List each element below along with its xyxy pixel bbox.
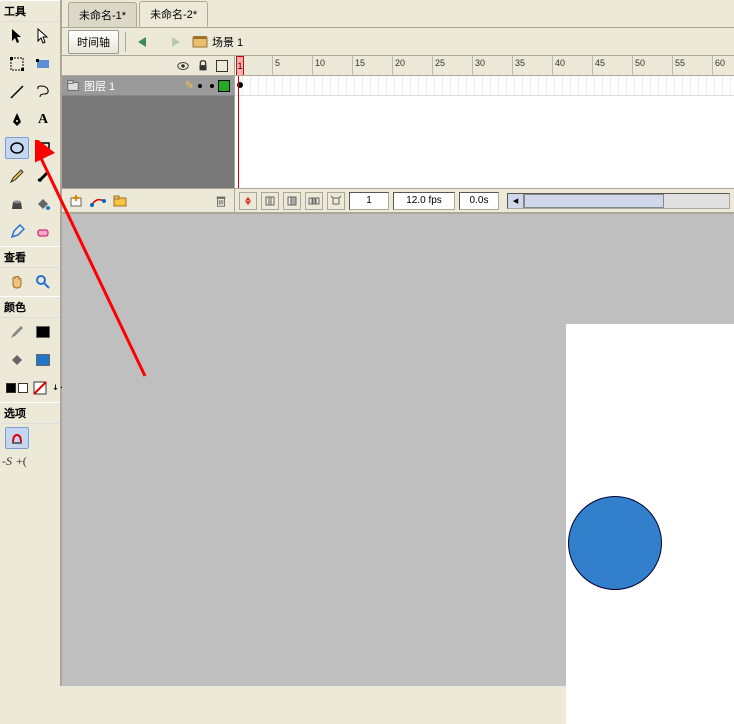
scene-icon [192, 35, 208, 49]
layers-list: 图层 1 ✎ [62, 76, 235, 188]
ruler-frame-1[interactable]: 1 [236, 56, 244, 75]
free-transform-tool[interactable] [5, 53, 29, 75]
onion-skin-btn[interactable] [261, 192, 279, 210]
pen-tool[interactable] [5, 109, 29, 131]
selection-tool[interactable] [5, 25, 29, 47]
layer-row[interactable]: 图层 1 ✎ [62, 76, 234, 96]
lasso-tool[interactable] [31, 81, 55, 103]
timeline-toggle-btn[interactable]: 时间轴 [68, 30, 119, 54]
stroke-color-btn[interactable] [5, 321, 29, 343]
timeline-body: 图层 1 ✎ [62, 76, 734, 188]
layer-header-controls [62, 56, 235, 75]
current-frame-field: 1 [349, 192, 389, 210]
layer-ops [62, 189, 235, 212]
ruler-tick: 5 [272, 56, 280, 75]
layer-color-swatch[interactable] [218, 80, 230, 92]
gradient-transform-tool[interactable] [31, 53, 55, 75]
ruler-tick: 50 [632, 56, 645, 75]
smooth-option[interactable]: -S [2, 454, 12, 469]
outline-icon[interactable] [216, 60, 228, 72]
layer-pencil-icon: ✎ [185, 79, 194, 92]
subselection-tool[interactable] [31, 25, 55, 47]
zoom-tool[interactable] [31, 271, 55, 293]
tools-panel: 工具 A 查看 颜色 [0, 0, 62, 686]
modify-onion-markers-btn[interactable] [327, 192, 345, 210]
straighten-option[interactable]: +( [16, 454, 27, 469]
layer-visibility-dots[interactable] [198, 84, 214, 88]
hscroll-left-btn[interactable]: ◂ [508, 194, 524, 208]
stroke-swatch [36, 326, 50, 338]
timeline-header: 1 5 10 15 20 25 30 35 40 45 50 55 60 [62, 56, 734, 76]
oval-tool[interactable] [5, 137, 29, 159]
options-section-title: 选项 [0, 402, 60, 424]
center-frame-btn[interactable] [239, 192, 257, 210]
ink-bottle-tool[interactable] [5, 193, 29, 215]
scene-breadcrumb[interactable]: 场景 1 [192, 34, 243, 50]
pencil-tool[interactable] [5, 165, 29, 187]
ruler-tick: 20 [392, 56, 405, 75]
back-arrow-btn[interactable] [132, 32, 156, 52]
ruler-tick: 10 [312, 56, 325, 75]
eyedropper-tool[interactable] [5, 221, 29, 243]
text-tool-glyph: A [38, 112, 48, 128]
timeline-panel: 1 5 10 15 20 25 30 35 40 45 50 55 60 图层 … [62, 56, 734, 214]
layer-icon [66, 79, 80, 93]
frames-row[interactable] [235, 76, 734, 96]
document-tabs: 未命名-1* 未命名-2* [62, 0, 734, 28]
edit-multiple-frames-btn[interactable] [305, 192, 323, 210]
ruler-tick: 30 [472, 56, 485, 75]
frames-ruler[interactable]: 1 5 10 15 20 25 30 35 40 45 50 55 60 [235, 56, 734, 75]
fps-field: 12.0 fps [393, 192, 455, 210]
fill-color-btn[interactable] [5, 349, 29, 371]
tab-doc1[interactable]: 未命名-1* [68, 2, 137, 27]
scene-label-text: 场景 1 [212, 34, 243, 50]
ruler-tick: 40 [552, 56, 565, 75]
hand-tool[interactable] [5, 271, 29, 293]
lock-icon[interactable] [196, 59, 210, 73]
timeline-status: 1 12.0 fps 0.0s ◂ [235, 189, 734, 212]
colors-section-title: 颜色 [0, 296, 60, 318]
onion-skin-outlines-btn[interactable] [283, 192, 301, 210]
add-layer-btn[interactable] [68, 193, 84, 209]
eye-icon[interactable] [176, 59, 190, 73]
ruler-tick: 60 [712, 56, 725, 75]
timeline-hscrollbar[interactable]: ◂ [507, 193, 730, 209]
paint-bucket-tool[interactable] [31, 193, 55, 215]
stroke-color-swatch[interactable] [31, 321, 55, 343]
line-tool[interactable] [5, 81, 29, 103]
fill-color-swatch[interactable] [31, 349, 55, 371]
ruler-tick: 25 [432, 56, 445, 75]
ruler-tick: 45 [592, 56, 605, 75]
ruler-tick: 55 [672, 56, 685, 75]
ruler-tick: 15 [352, 56, 365, 75]
fill-swatch [36, 354, 50, 366]
add-motion-guide-btn[interactable] [90, 193, 106, 209]
black-and-white-btn[interactable] [5, 377, 29, 399]
add-folder-btn[interactable] [112, 193, 128, 209]
tab-doc2[interactable]: 未命名-2* [139, 1, 208, 27]
snap-to-object-btn[interactable] [5, 427, 29, 449]
ruler-tick: 35 [512, 56, 525, 75]
brush-tool[interactable] [31, 165, 55, 187]
rectangle-tool[interactable] [31, 137, 55, 159]
bw-icon [6, 383, 28, 393]
oval-shape[interactable] [568, 496, 662, 590]
timeline-footer: 1 12.0 fps 0.0s ◂ [62, 188, 734, 212]
stage-area[interactable] [62, 214, 734, 686]
frames-area[interactable] [235, 76, 734, 188]
tools-section-title: 工具 [0, 0, 60, 22]
no-color-btn[interactable] [31, 377, 49, 399]
forward-arrow-btn[interactable] [162, 32, 186, 52]
elapsed-time-field: 0.0s [459, 192, 499, 210]
eraser-tool[interactable] [31, 221, 55, 243]
layer-name: 图层 1 [84, 78, 181, 94]
hscroll-thumb[interactable] [524, 194, 664, 208]
delete-layer-btn[interactable] [214, 194, 228, 208]
playhead[interactable] [238, 76, 239, 188]
scene-controls: 时间轴 场景 1 [62, 28, 734, 56]
view-section-title: 查看 [0, 246, 60, 268]
main-area: 未命名-1* 未命名-2* 时间轴 场景 1 1 5 10 [62, 0, 734, 686]
text-tool[interactable]: A [31, 109, 55, 131]
